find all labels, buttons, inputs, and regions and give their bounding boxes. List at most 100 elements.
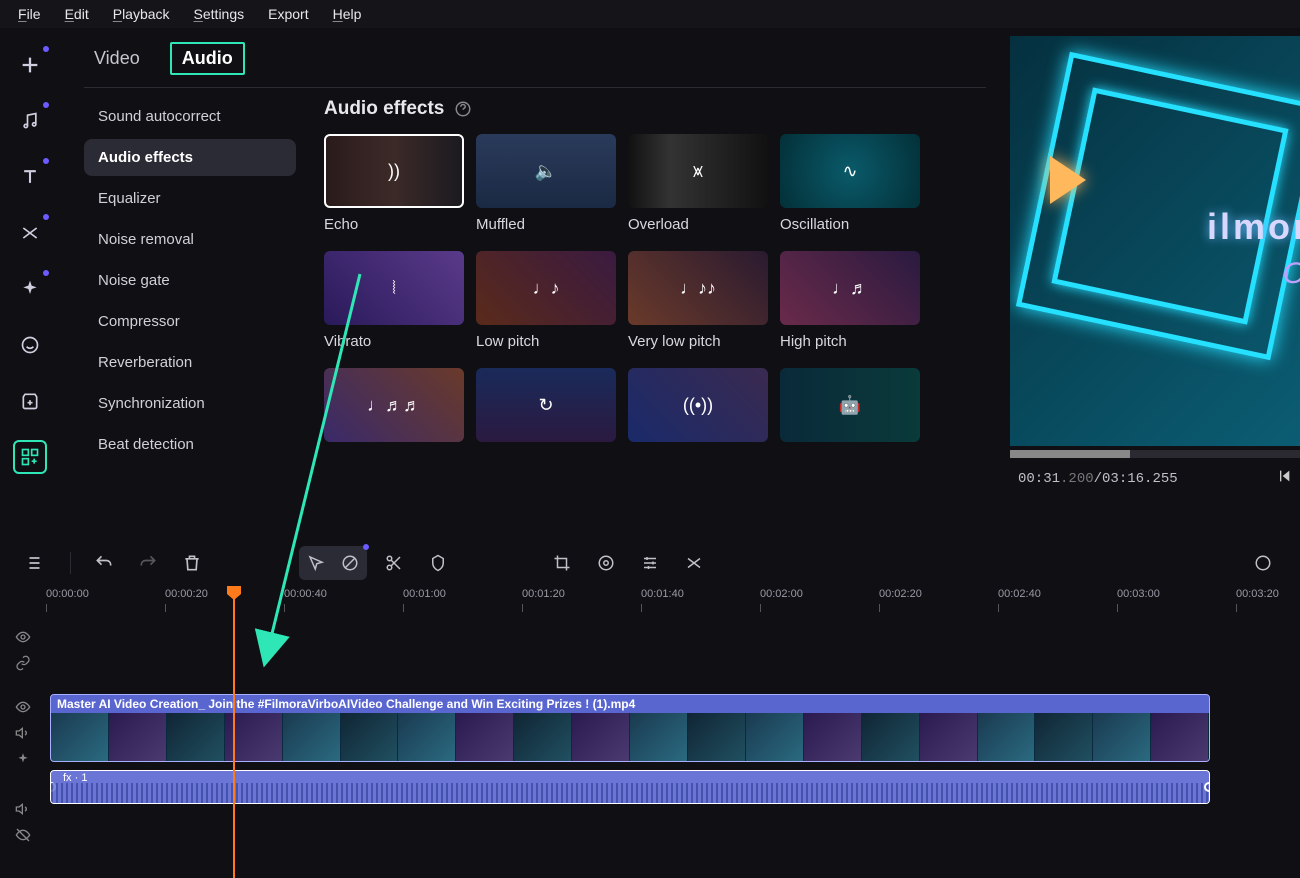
effect-thumb: ♩♪ xyxy=(476,251,616,325)
menu-file[interactable]: File xyxy=(18,6,41,22)
subitem-compressor[interactable]: Compressor xyxy=(84,303,296,340)
preview-text: ilmor xyxy=(1207,206,1300,248)
preview-viewport[interactable]: ilmor Оֆ xyxy=(1010,36,1300,446)
menu-settings[interactable]: Settings xyxy=(194,6,245,22)
effect-thumb: ⩙ xyxy=(628,134,768,208)
effect-label: Echo xyxy=(324,216,464,233)
effect-label: Vibrato xyxy=(324,333,464,350)
effect-card-Echo[interactable]: ))Echo xyxy=(324,134,464,233)
timecode-display: 00:31.200/03:16.255 xyxy=(1018,471,1178,487)
menu-edit[interactable]: Edit xyxy=(65,6,89,22)
stickers-tool[interactable] xyxy=(13,328,47,362)
subitem-noise-gate[interactable]: Noise gate xyxy=(84,262,296,299)
effects-tool[interactable] xyxy=(13,272,47,306)
audio-track-hidden-icon[interactable] xyxy=(0,822,46,848)
audio-clip-handle-right[interactable] xyxy=(1204,782,1210,792)
subitem-sound-autocorrect[interactable]: Sound autocorrect xyxy=(84,98,296,135)
delete-button[interactable] xyxy=(175,546,209,580)
redo-button[interactable] xyxy=(131,546,165,580)
effects-grid: ))Echo🔈Muffled⩙ Overload ∿ Oscillation ⦚ Vibr… xyxy=(324,134,986,450)
menu-export[interactable]: Export xyxy=(268,6,308,22)
timeline-region: 00:00:0000:00:2000:00:4000:01:0000:01:20… xyxy=(0,538,1300,878)
effect-card-9[interactable]: ↻ xyxy=(476,368,616,450)
menu-help[interactable]: Help xyxy=(333,6,362,22)
templates-tool[interactable] xyxy=(13,440,47,474)
timeline-ruler[interactable]: 00:00:0000:00:2000:00:4000:01:0000:01:20… xyxy=(0,588,1300,624)
menu-bar: File Edit Playback Settings Export Help xyxy=(0,0,1300,28)
preview-panel: ilmor Оֆ 00:31.200/03:16.255 xyxy=(1010,28,1300,538)
ruler-tick: 00:00:00 xyxy=(46,588,89,600)
audio-category-list: Sound autocorrect Audio effects Equalize… xyxy=(84,98,296,538)
color-tool[interactable] xyxy=(589,546,623,580)
audio-track-mute-icon[interactable] xyxy=(0,796,46,822)
tab-video[interactable]: Video xyxy=(84,44,150,73)
video-clip[interactable]: Master AI Video Creation_ Join the #Film… xyxy=(50,694,1210,762)
effect-card-11[interactable]: 🤖 xyxy=(780,368,920,450)
effect-label: Oscillation xyxy=(780,216,920,233)
subitem-reverberation[interactable]: Reverberation xyxy=(84,344,296,381)
cut-tool[interactable] xyxy=(377,546,411,580)
skip-start-button[interactable] xyxy=(1276,468,1292,489)
tool-rail xyxy=(0,28,60,538)
clip-thumbnails xyxy=(51,713,1209,761)
undo-button[interactable] xyxy=(87,546,121,580)
track-options-button[interactable] xyxy=(20,546,54,580)
help-icon[interactable] xyxy=(454,100,472,118)
ruler-tick: 00:00:20 xyxy=(165,588,208,600)
tab-audio[interactable]: Audio xyxy=(170,42,245,75)
effects-heading: Audio effects xyxy=(324,98,986,120)
preview-text-2: Оֆ xyxy=(1283,256,1300,291)
effect-card-Very low pitch[interactable]: ♩♪♪Very low pitch xyxy=(628,251,768,350)
effect-card-Vibrato[interactable]: ⦚ Vibrato xyxy=(324,251,464,350)
effect-label: Overload xyxy=(628,216,768,233)
menu-playback[interactable]: Playback xyxy=(113,6,170,22)
preview-scrollbar[interactable] xyxy=(1010,450,1300,458)
adjust-tool[interactable] xyxy=(633,546,667,580)
add-media-tool[interactable] xyxy=(13,48,47,82)
effect-thumb: ∿ xyxy=(780,134,920,208)
effect-thumb: ♩♬ xyxy=(780,251,920,325)
subitem-beat-detection[interactable]: Beat detection xyxy=(84,426,296,463)
effect-thumb: ♩♪♪ xyxy=(628,251,768,325)
effect-card-Oscillation[interactable]: ∿ Oscillation xyxy=(780,134,920,233)
video-track-eye-icon[interactable] xyxy=(0,694,46,720)
shuffle-tool[interactable] xyxy=(677,546,711,580)
video-track-mute-icon[interactable] xyxy=(0,720,46,746)
video-track-fx-icon[interactable] xyxy=(0,746,46,772)
audio-clip[interactable]: fx · 1 xyxy=(50,770,1210,804)
ruler-tick: 00:01:00 xyxy=(403,588,446,600)
subitem-equalizer[interactable]: Equalizer xyxy=(84,180,296,217)
disable-tool[interactable] xyxy=(333,546,367,580)
effect-card-High pitch[interactable]: ♩♬High pitch xyxy=(780,251,920,350)
effect-card-8[interactable]: ♩♬♬ xyxy=(324,368,464,450)
transitions-tool[interactable] xyxy=(13,216,47,250)
ruler-tick: 00:02:00 xyxy=(760,588,803,600)
import-tool[interactable] xyxy=(13,384,47,418)
effect-thumb: ⦚ xyxy=(324,251,464,325)
effect-card-Low pitch[interactable]: ♩♪Low pitch xyxy=(476,251,616,350)
playhead[interactable] xyxy=(233,588,235,878)
text-tool[interactable] xyxy=(13,160,47,194)
effect-card-10[interactable]: ((•)) xyxy=(628,368,768,450)
play-triangle-graphic xyxy=(1050,156,1086,204)
ruler-tick: 00:03:00 xyxy=(1117,588,1160,600)
track-visibility-icon[interactable] xyxy=(0,624,46,650)
subitem-audio-effects[interactable]: Audio effects xyxy=(84,139,296,176)
marker-tool[interactable] xyxy=(421,546,455,580)
timeline-settings-button[interactable] xyxy=(1246,546,1280,580)
music-tool[interactable] xyxy=(13,104,47,138)
ruler-tick: 00:02:20 xyxy=(879,588,922,600)
tab-divider xyxy=(84,87,986,88)
subitem-synchronization[interactable]: Synchronization xyxy=(84,385,296,422)
timeline-toolbar xyxy=(0,538,1300,588)
crop-tool[interactable] xyxy=(545,546,579,580)
effect-thumb: ♩♬♬ xyxy=(324,368,464,442)
ruler-tick: 00:00:40 xyxy=(284,588,327,600)
effect-thumb: 🤖 xyxy=(780,368,920,442)
effect-card-Overload[interactable]: ⩙ Overload xyxy=(628,134,768,233)
effect-card-Muffled[interactable]: 🔈Muffled xyxy=(476,134,616,233)
track-link-icon[interactable] xyxy=(0,650,46,676)
pointer-tool[interactable] xyxy=(299,546,333,580)
audio-waveform xyxy=(51,783,1209,803)
subitem-noise-removal[interactable]: Noise removal xyxy=(84,221,296,258)
